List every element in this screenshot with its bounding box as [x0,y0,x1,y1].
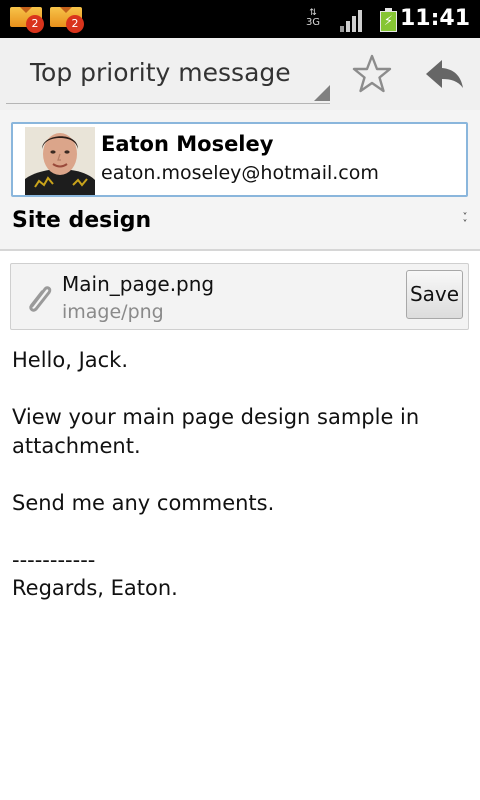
sender-card[interactable]: Eaton Moseley eaton.moseley@hotmail.com [11,122,468,197]
body-signature: Regards, Eaton. [12,576,178,600]
message-subject: Site design [12,208,152,233]
sender-email: eaton.moseley@hotmail.com [101,162,379,184]
dropdown-corner-icon [314,85,330,101]
paperclip-icon [23,280,55,314]
attachment-row[interactable]: Main_page.png image/png Save [10,263,469,330]
status-time: 11:41 [399,6,470,31]
action-bar: Top priority message [0,38,480,110]
avatar-photo-icon [25,127,95,195]
header-divider [0,249,480,251]
attachment-mime-type: image/png [62,301,164,323]
priority-dropdown[interactable]: Top priority message [6,52,330,104]
signature-separator: ----------- [12,547,96,572]
body-paragraph: View your main page design sample in att… [12,405,420,458]
sender-avatar[interactable] [25,127,95,195]
status-bar: 2 2 ⇅ 3G ⚡ 11:41 [0,0,480,38]
network-3g-icon: ⇅ 3G [303,8,323,32]
body-paragraph: Send me any comments. [12,490,275,515]
network-type-label: 3G [305,17,321,28]
reply-icon [426,60,463,88]
body-greeting: Hello, Jack. [12,348,129,372]
sender-name: Eaton Moseley [101,132,274,156]
message-body: Hello, Jack. View your main page design … [12,346,472,603]
star-button[interactable] [350,52,394,96]
notification-badge: 2 [66,15,84,33]
gmail-notification-icon[interactable]: 2 [10,5,44,33]
message-header: Eaton Moseley eaton.moseley@hotmail.com … [0,110,480,250]
star-outline-icon [352,54,392,93]
attachment-filename: Main_page.png [62,272,215,296]
save-attachment-button[interactable]: Save [406,270,463,319]
signal-strength-icon [340,10,364,32]
notification-badge: 2 [26,15,44,33]
reply-button[interactable] [420,52,468,96]
battery-charging-icon: ⚡ [380,8,397,32]
expand-details-icon[interactable]: ˅ ˅ [459,213,471,230]
gmail-notification-icon[interactable]: 2 [50,5,84,33]
priority-label: Top priority message [30,58,291,87]
